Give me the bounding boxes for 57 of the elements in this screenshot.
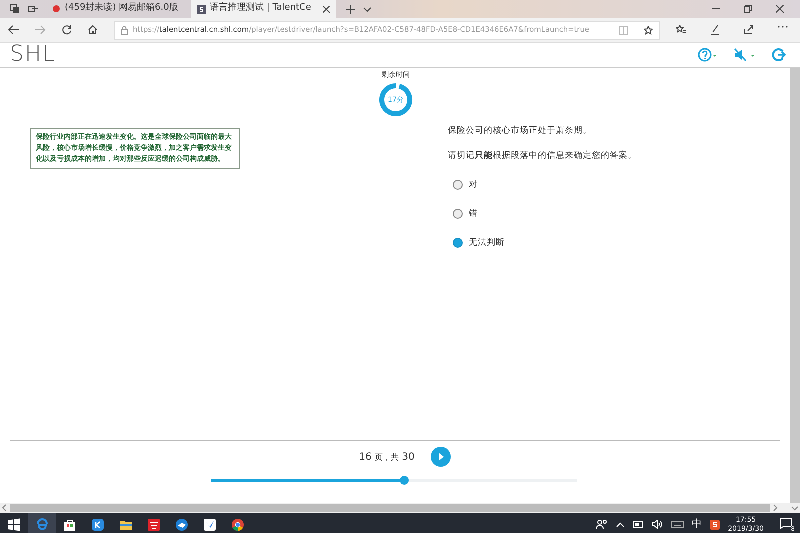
- input-method-indicator[interactable]: 中: [692, 517, 702, 532]
- browser-e-icon[interactable]: [35, 516, 49, 530]
- sogou-s-icon[interactable]: [710, 520, 720, 530]
- home-icon[interactable]: [88, 25, 98, 35]
- lock-icon: [121, 26, 128, 34]
- shopping-bag-icon[interactable]: [63, 518, 77, 532]
- answer-option[interactable]: 无法判断: [453, 236, 778, 250]
- answer-option[interactable]: 错: [453, 208, 778, 221]
- progress-thumb[interactable]: [400, 476, 409, 485]
- notes-app-icon[interactable]: [147, 518, 161, 532]
- help-icon[interactable]: [698, 48, 718, 62]
- back-arrow-icon[interactable]: [8, 25, 19, 35]
- timer-ring: [379, 82, 413, 116]
- option-label: 对: [469, 178, 478, 192]
- answer-option[interactable]: 对: [453, 178, 778, 192]
- shl-logo: SHL: [10, 44, 56, 66]
- battery-icon[interactable]: [633, 521, 644, 528]
- tab-preview-icon[interactable]: [10, 4, 20, 14]
- restore-icon[interactable]: [744, 5, 752, 13]
- browser-tab[interactable]: (459封未读) 网易邮箱6.0版: [46, 0, 191, 18]
- windows-start-icon[interactable]: [7, 518, 21, 532]
- more-icon[interactable]: [778, 25, 788, 29]
- instruction-text: 请切记只能根据段落中的信息来确定您的答案。: [448, 150, 638, 163]
- s-logo-icon: [197, 4, 206, 14]
- plus-icon[interactable]: [346, 4, 355, 14]
- share-icon[interactable]: [744, 25, 754, 35]
- browser-tab[interactable]: 语言推理测试 | TalentCe: [191, 0, 336, 18]
- horizontal-scroll-thumb[interactable]: [10, 504, 770, 512]
- close-icon[interactable]: [776, 5, 784, 13]
- favorites-icon[interactable]: [676, 25, 686, 34]
- tab-title: (459封未读) 网易邮箱6.0版: [65, 2, 178, 16]
- exit-icon[interactable]: [772, 48, 786, 62]
- bird-icon[interactable]: [203, 518, 217, 532]
- close-icon[interactable]: [323, 6, 330, 12]
- chrome-icon[interactable]: [231, 518, 245, 532]
- radio-button[interactable]: [453, 209, 463, 220]
- question-statement: 保险公司的核心市场正处于萧条期。: [448, 125, 593, 138]
- chevron-up-icon[interactable]: [616, 522, 626, 528]
- chevron-down-icon[interactable]: [363, 4, 372, 14]
- muted-speaker-icon[interactable]: [734, 48, 756, 62]
- notification-icon[interactable]: [780, 518, 792, 528]
- option-label: 错: [469, 208, 478, 221]
- page-indicator: 16 页，共 30: [359, 450, 415, 464]
- vertical-scrollbar[interactable]: [790, 68, 800, 503]
- tab-title: 语言推理测试 | TalentCe: [210, 2, 312, 16]
- set-aside-tabs-icon[interactable]: [28, 4, 38, 14]
- volume-icon[interactable]: [652, 520, 664, 529]
- keyboard-icon[interactable]: [671, 521, 684, 528]
- option-label: 无法判断: [469, 236, 505, 250]
- star-icon[interactable]: [644, 26, 653, 34]
- radio-button[interactable]: [453, 238, 463, 248]
- people-icon[interactable]: [596, 519, 608, 530]
- radio-button[interactable]: [453, 180, 463, 190]
- refresh-icon[interactable]: [62, 25, 72, 35]
- next-button[interactable]: [430, 447, 451, 467]
- pen-icon[interactable]: [710, 25, 720, 35]
- k-app-icon[interactable]: [91, 518, 105, 532]
